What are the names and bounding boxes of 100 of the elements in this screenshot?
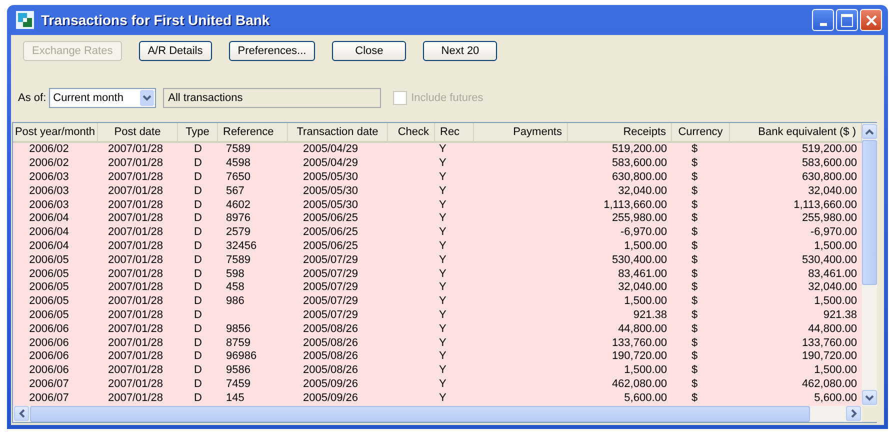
column-header[interactable]: Type bbox=[178, 123, 218, 141]
table-cell: 2006/04 bbox=[29, 212, 69, 226]
table-cell: 1,113,660.00 bbox=[794, 198, 857, 212]
column-header[interactable]: Receipts bbox=[568, 123, 672, 141]
scroll-thumb[interactable] bbox=[862, 140, 877, 285]
table-cell: 2007/01/28 bbox=[108, 336, 164, 350]
table-cell: Y bbox=[439, 212, 446, 226]
table-cell: 2005/04/29 bbox=[302, 143, 358, 156]
table-cell: D bbox=[194, 268, 202, 281]
table-cell: 7459 bbox=[226, 378, 250, 391]
table-cell: 255,980.00 bbox=[802, 212, 857, 226]
table-cell: D bbox=[194, 157, 202, 170]
table-cell: Y bbox=[439, 157, 446, 170]
table-cell: 1,500.00 bbox=[814, 240, 857, 253]
table-cell: 2005/06/25 bbox=[302, 212, 358, 226]
table-cell: 32456 bbox=[226, 240, 257, 253]
toolbar-button[interactable]: Close bbox=[332, 41, 406, 61]
table-cell: 567 bbox=[226, 184, 244, 198]
close-button[interactable] bbox=[860, 9, 882, 31]
table-cell: 2006/05 bbox=[29, 281, 69, 294]
table-cell: $ bbox=[691, 308, 698, 322]
toolbar-button[interactable]: Next 20 bbox=[423, 41, 498, 61]
table-cell: $ bbox=[691, 378, 698, 391]
table-cell: 32,040.00 bbox=[808, 184, 857, 198]
table-cell: $ bbox=[691, 226, 698, 240]
table-cell: 2005/08/26 bbox=[302, 322, 358, 336]
table-cell: 462,080.00 bbox=[802, 378, 857, 391]
table-cell: 921.38 bbox=[823, 308, 857, 322]
scroll-right-button[interactable] bbox=[846, 406, 861, 421]
table-cell: 7589 bbox=[226, 254, 250, 267]
table-cell: $ bbox=[691, 212, 698, 226]
table-cell: 1,500.00 bbox=[624, 240, 667, 253]
table-cell: Y bbox=[439, 392, 446, 405]
table-cell: $ bbox=[691, 170, 698, 184]
table-cell: Y bbox=[439, 184, 446, 198]
table-cell: 2005/05/30 bbox=[302, 170, 358, 184]
column-header[interactable]: Reference bbox=[218, 123, 288, 141]
table-cell: 1,500.00 bbox=[814, 295, 857, 308]
table-cell: D bbox=[194, 392, 202, 405]
table-cell: 4598 bbox=[226, 157, 250, 170]
table-cell: $ bbox=[691, 392, 698, 405]
table-cell: D bbox=[194, 281, 202, 294]
table-cell: $ bbox=[691, 157, 698, 170]
table-cell: 2005/06/25 bbox=[302, 240, 358, 253]
table-cell: 2005/04/29 bbox=[302, 157, 358, 170]
column-header[interactable]: Transaction date bbox=[288, 123, 388, 141]
table-cell: D bbox=[194, 198, 202, 212]
table-cell: 8759 bbox=[226, 336, 250, 350]
minimize-button[interactable] bbox=[812, 9, 834, 31]
table-cell: 2007/01/28 bbox=[108, 254, 164, 267]
window-title: Transactions for First United Bank bbox=[41, 12, 271, 28]
column-header[interactable]: Rec bbox=[435, 123, 474, 141]
table-cell: 986 bbox=[226, 295, 244, 308]
table-cell: $ bbox=[691, 336, 698, 350]
table-cell: Y bbox=[439, 254, 446, 267]
table-cell: Y bbox=[439, 295, 446, 308]
table-cell: 2007/01/28 bbox=[108, 308, 164, 322]
column-header[interactable]: Payments bbox=[474, 123, 568, 141]
scroll-down-button[interactable] bbox=[862, 390, 877, 405]
table-cell: $ bbox=[691, 198, 698, 212]
table-cell: 2007/01/28 bbox=[108, 364, 164, 378]
table-cell: 2005/07/29 bbox=[302, 254, 358, 267]
table-cell: 921.38 bbox=[633, 308, 667, 322]
scrollbar-corner bbox=[862, 406, 877, 422]
table-cell: 2005/09/26 bbox=[302, 392, 358, 405]
table-cell: 583,600.00 bbox=[612, 157, 667, 170]
table-cell: 8976 bbox=[226, 212, 250, 226]
table-cell: 2005/08/26 bbox=[302, 336, 358, 350]
maximize-button[interactable] bbox=[836, 9, 858, 31]
caret-right-icon bbox=[850, 409, 856, 418]
table-cell: $ bbox=[691, 350, 698, 364]
table-cell: 2006/05 bbox=[29, 268, 69, 281]
table-cell: 519,200.00 bbox=[802, 143, 857, 156]
table-cell: 2006/03 bbox=[29, 198, 69, 212]
table-cell: 255,980.00 bbox=[612, 212, 667, 226]
toolbar-button[interactable]: Preferences... bbox=[228, 41, 316, 61]
table-cell: 2007/01/28 bbox=[108, 295, 164, 308]
table-cell: $ bbox=[691, 240, 698, 253]
table-cell: 2005/05/30 bbox=[302, 198, 358, 212]
table-cell: 2006/03 bbox=[29, 170, 69, 184]
table-cell: 4602 bbox=[226, 198, 250, 212]
table-cell: 2007/01/28 bbox=[108, 322, 164, 336]
table-cell: 2006/02 bbox=[29, 143, 69, 156]
table-cell: Y bbox=[439, 240, 446, 253]
column-header[interactable]: Post date bbox=[98, 123, 178, 141]
scroll-left-button[interactable] bbox=[14, 406, 29, 421]
column-header[interactable]: Post year/month bbox=[13, 123, 98, 141]
as-of-dropdown[interactable]: Current month bbox=[49, 88, 156, 108]
scroll-up-button[interactable] bbox=[862, 124, 877, 139]
table-cell: 190,720.00 bbox=[612, 350, 667, 364]
toolbar-button[interactable]: A/R Details bbox=[138, 41, 212, 61]
table-cell: 133,760.00 bbox=[612, 336, 667, 350]
column-header[interactable]: Currency bbox=[672, 123, 730, 141]
column-header[interactable]: Check bbox=[388, 123, 435, 141]
vertical-scrollbar[interactable] bbox=[862, 123, 877, 406]
table-cell: 2007/01/28 bbox=[108, 268, 164, 281]
table-cell: 2005/08/26 bbox=[302, 350, 358, 364]
table-cell: D bbox=[194, 308, 202, 322]
table-cell: D bbox=[194, 322, 202, 336]
table-cell: 2007/01/28 bbox=[108, 184, 164, 198]
